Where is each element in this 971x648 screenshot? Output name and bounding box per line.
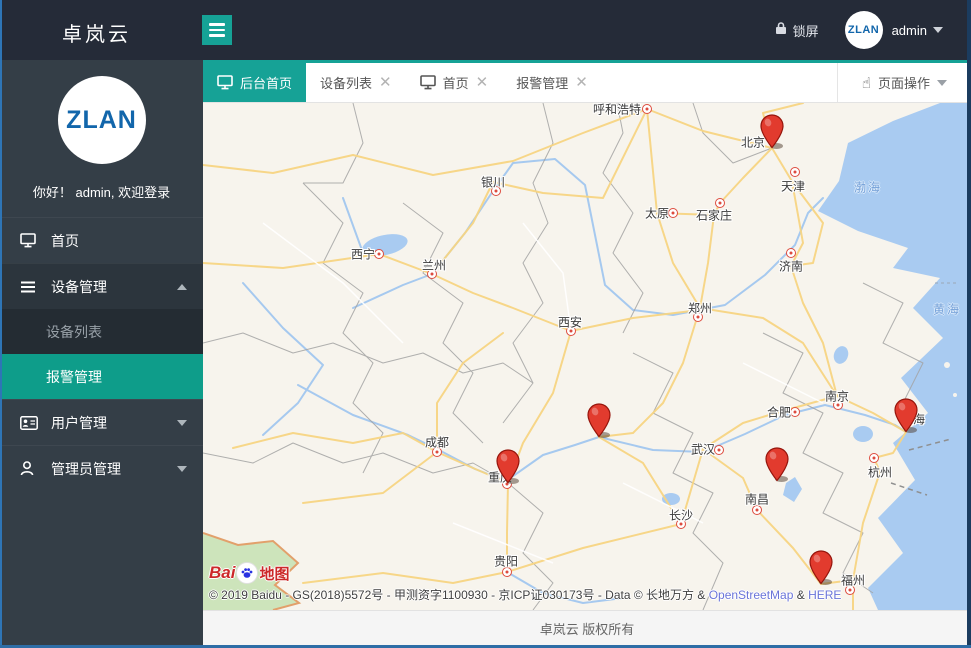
city-label: 郑州 — [688, 300, 712, 317]
close-icon[interactable]: ✕ — [379, 75, 392, 90]
city-label: 呼和浩特 — [593, 103, 641, 118]
chevron-down-icon — [177, 420, 187, 426]
baidu-paw-icon — [236, 562, 258, 584]
monitor-icon — [20, 233, 42, 248]
device-pin[interactable] — [759, 114, 785, 155]
list-icon — [20, 280, 42, 294]
city-marker-dot — [714, 445, 724, 455]
zlan-logo: ZLAN — [58, 76, 146, 164]
device-pin[interactable] — [586, 403, 612, 444]
window-border-left — [0, 0, 2, 648]
user-icon — [20, 461, 42, 476]
city-label: 石家庄 — [696, 207, 732, 224]
app-title: 卓岚云 — [62, 18, 131, 47]
tab[interactable]: 首页✕ — [406, 63, 503, 102]
hand-pointer-icon: ☝ — [862, 74, 871, 92]
city-label: 贵阳 — [494, 553, 518, 570]
chevron-down-icon — [933, 27, 943, 33]
city-marker-dot — [786, 248, 796, 258]
avatar[interactable]: ZLAN — [845, 11, 883, 49]
attribution-text: © 2019 Baidu - GS(2018)5572号 - 甲测资字11009… — [209, 588, 709, 602]
sea-label: 黄海 — [933, 301, 961, 318]
city-label: 长沙 — [669, 507, 693, 524]
lock-screen-label: 锁屏 — [793, 21, 819, 40]
city-marker-dot — [790, 407, 800, 417]
city-label: 南京 — [825, 388, 849, 405]
close-icon[interactable]: ✕ — [476, 75, 489, 90]
sidebar: ZLAN 你好！ admin, 欢迎登录 首页设备管理设备列表报警管理用户管理管… — [0, 60, 203, 648]
sidebar-subitem[interactable]: 设备列表 — [0, 309, 203, 354]
city-label: 太原 — [645, 205, 669, 222]
sidebar-item[interactable]: 管理员管理 — [0, 445, 203, 491]
city-label: 武汉 — [691, 441, 715, 458]
tab[interactable]: 报警管理✕ — [502, 63, 602, 102]
lock-icon — [775, 21, 787, 40]
city-label: 西安 — [558, 314, 582, 331]
city-marker-dot — [668, 208, 678, 218]
tab-bar: 后台首页设备列表✕首页✕报警管理✕ ☝ 页面操作 — [203, 60, 971, 103]
city-label: 西宁 — [351, 246, 375, 263]
city-marker-dot — [869, 453, 879, 463]
id-card-icon — [20, 416, 42, 430]
close-icon[interactable]: ✕ — [575, 75, 588, 90]
header-right-group: 锁屏 ZLAN admin — [775, 0, 943, 60]
attribution-link[interactable]: HERE — [808, 588, 841, 602]
city-label: 合肥 — [767, 404, 791, 421]
chevron-down-icon — [937, 80, 947, 86]
lock-screen-button[interactable]: 锁屏 — [775, 21, 819, 40]
chevron-up-icon — [177, 284, 187, 290]
window-border-right — [967, 0, 971, 648]
city-label: 天津 — [781, 178, 805, 195]
city-label: 成都 — [425, 434, 449, 451]
attribution-text: & — [793, 588, 808, 602]
city-label: 济南 — [779, 258, 803, 275]
sidebar-item[interactable]: 设备管理 — [0, 263, 203, 309]
baidu-map-canvas[interactable]: 呼和浩特北京天津银川太原石家庄济南郑州西宁兰州西安南京合肥上海杭州武汉南昌长沙成… — [203, 103, 971, 610]
device-pin[interactable] — [495, 449, 521, 490]
sidebar-menu: 首页设备管理设备列表报警管理用户管理管理员管理 — [0, 217, 203, 491]
welcome-text: 你好！ admin, 欢迎登录 — [0, 182, 203, 201]
sidebar-subitem[interactable]: 报警管理 — [0, 354, 203, 399]
page-actions-dropdown[interactable]: ☝ 页面操作 — [837, 63, 971, 102]
city-label: 杭州 — [868, 464, 892, 481]
monitor-icon — [217, 75, 233, 90]
device-pin[interactable] — [808, 550, 834, 591]
device-pin[interactable] — [764, 447, 790, 488]
map-attribution: © 2019 Baidu - GS(2018)5572号 - 甲测资字11009… — [209, 586, 841, 603]
monitor-icon — [420, 75, 436, 90]
top-header-bar: 卓岚云 锁屏 ZLAN admin — [0, 0, 971, 60]
device-pin[interactable] — [893, 398, 919, 439]
logo-wrap: ZLAN — [0, 60, 203, 164]
city-marker-dot — [790, 167, 800, 177]
tab[interactable]: 设备列表✕ — [306, 63, 406, 102]
baidu-map-logo[interactable]: Bai 地图 — [209, 562, 289, 584]
sidebar-item[interactable]: 首页 — [0, 217, 203, 263]
user-menu[interactable]: admin — [892, 23, 943, 38]
city-label: 兰州 — [422, 257, 446, 274]
username: admin — [892, 23, 927, 38]
city-label: 银川 — [481, 174, 505, 191]
city-marker-dot — [642, 104, 652, 114]
copyright-text: 卓岚云 版权所有 — [540, 619, 635, 638]
city-label: 南昌 — [745, 491, 769, 508]
footer-bar: 卓岚云 版权所有 — [203, 610, 971, 646]
app-window: 卓岚云 锁屏 ZLAN admin ZLAN — [0, 0, 971, 648]
sidebar-item[interactable]: 用户管理 — [0, 399, 203, 445]
city-marker-dot — [374, 249, 384, 259]
tab[interactable]: 后台首页 — [203, 63, 306, 102]
attribution-link[interactable]: OpenStreetMap — [709, 588, 794, 602]
city-label: 福州 — [841, 572, 865, 589]
chevron-down-icon — [177, 466, 187, 472]
tab-list: 后台首页设备列表✕首页✕报警管理✕ — [203, 63, 602, 102]
sea-label: 渤海 — [854, 179, 882, 196]
sidebar-submenu: 设备列表报警管理 — [0, 309, 203, 399]
sidebar-toggle-button[interactable] — [202, 15, 232, 45]
hamburger-icon — [209, 23, 225, 26]
